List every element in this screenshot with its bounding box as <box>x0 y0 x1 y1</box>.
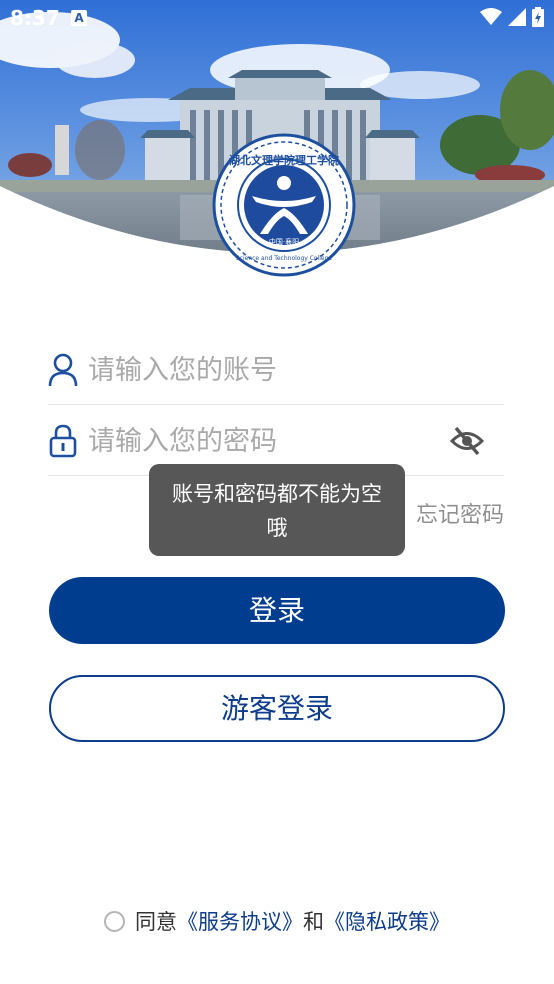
account-field <box>48 335 504 405</box>
guest-login-button[interactable]: 游客登录 <box>49 675 505 742</box>
privacy-policy-link[interactable]: 《隐私政策》 <box>324 906 450 936</box>
school-emblem-logo: 湖北文理学院理工学院 Science and Technology Colleg… <box>212 128 356 282</box>
battery-icon <box>532 7 544 27</box>
agree-radio[interactable] <box>104 910 125 932</box>
agreement-prefix: 同意 <box>135 910 177 934</box>
svg-text:Science and Technology College: Science and Technology College <box>236 255 333 262</box>
error-toast: 账号和密码都不能为空哦 <box>149 464 405 556</box>
user-icon <box>48 353 78 387</box>
password-input[interactable] <box>88 420 448 462</box>
agreement-row: 同意 《服务协议》 和 《隐私政策》 <box>0 906 554 936</box>
notification-badge: A <box>71 10 87 26</box>
signal-icon <box>508 8 526 26</box>
status-icons <box>480 7 544 27</box>
wifi-icon <box>480 8 502 25</box>
account-input[interactable] <box>88 349 448 391</box>
login-button[interactable]: 登录 <box>49 577 505 644</box>
svg-text:中国·襄阳: 中国·襄阳 <box>269 237 299 246</box>
lock-icon <box>49 424 77 458</box>
eye-off-icon[interactable] <box>450 424 484 458</box>
forgot-password-link[interactable]: 忘记密码 <box>416 497 504 529</box>
agreement-and: 和 <box>303 910 324 934</box>
status-time: 8:37 <box>10 6 60 30</box>
service-agreement-link[interactable]: 《服务协议》 <box>177 906 303 936</box>
status-bar: 8:37 A <box>0 0 554 36</box>
svg-text:湖北文理学院理工学院: 湖北文理学院理工学院 <box>229 153 339 167</box>
